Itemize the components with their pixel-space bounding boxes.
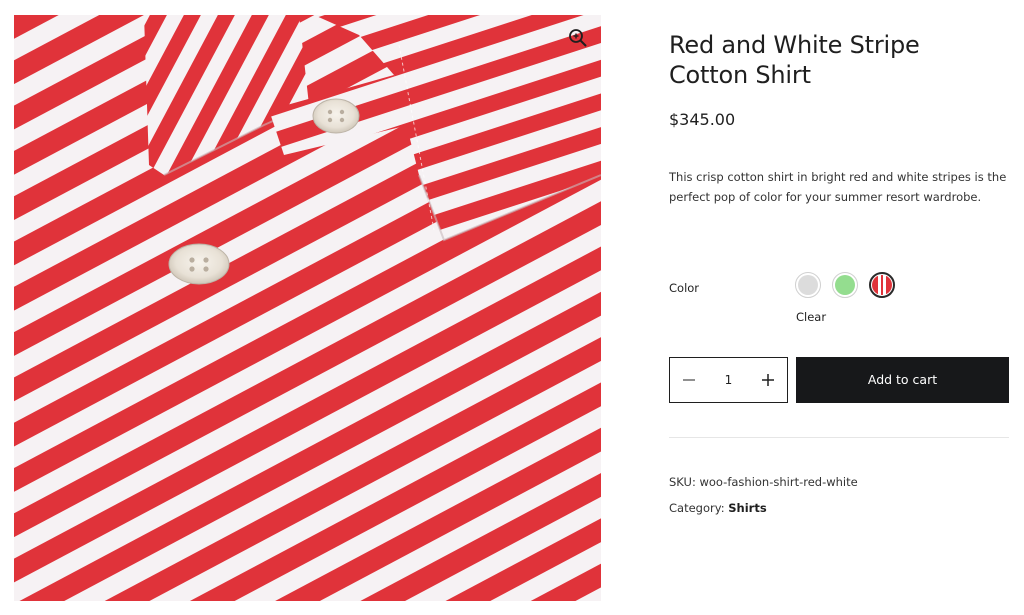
plus-icon	[762, 374, 774, 386]
swatch-gray[interactable]	[795, 272, 821, 298]
product-title-line2: Cotton Shirt	[669, 61, 811, 89]
product-title-line1: Red and White Stripe	[669, 31, 920, 59]
add-to-cart-form: 1 Add to cart	[669, 357, 1009, 403]
product-image[interactable]	[14, 15, 601, 601]
divider	[669, 437, 1009, 438]
sku-label: SKU:	[669, 475, 696, 489]
quantity-decrease-button[interactable]	[670, 358, 708, 402]
product-page: Red and White Stripe Cotton Shirt $345.0…	[0, 0, 1024, 615]
product-title: Red and White Stripe Cotton Shirt	[669, 30, 1009, 90]
product-price: $345.00	[669, 110, 736, 129]
category-label: Category:	[669, 501, 725, 515]
zoom-button[interactable]	[567, 27, 589, 49]
description-line1: This crisp cotton shirt in bright red an…	[669, 170, 1007, 184]
magnify-zoom-icon	[569, 29, 587, 47]
minus-icon	[683, 379, 695, 381]
color-swatches	[795, 272, 895, 298]
product-meta: SKU: woo-fashion-shirt-red-white Categor…	[669, 473, 1009, 525]
color-variation: Color Clear	[669, 270, 1009, 330]
add-to-cart-button[interactable]: Add to cart	[796, 357, 1009, 403]
color-label: Color	[669, 281, 700, 295]
description-line2: perfect pop of color for your summer res…	[669, 189, 982, 204]
product-description: This crisp cotton shirt in bright red an…	[669, 168, 1009, 207]
swatch-gray-dot	[798, 275, 818, 295]
category-row: Category: Shirts	[669, 499, 1009, 525]
swatch-green[interactable]	[832, 272, 858, 298]
quantity-increase-button[interactable]	[749, 358, 787, 402]
quantity-stepper: 1	[669, 357, 788, 403]
swatch-green-dot	[835, 275, 855, 295]
sku-value: woo-fashion-shirt-red-white	[699, 475, 858, 489]
shirt-photo	[14, 15, 601, 601]
quantity-input[interactable]: 1	[708, 358, 749, 402]
swatch-stripe-dot	[872, 275, 892, 295]
sku-row: SKU: woo-fashion-shirt-red-white	[669, 473, 1009, 499]
category-link[interactable]: Shirts	[728, 501, 766, 515]
swatch-red-white-stripe[interactable]	[869, 272, 895, 298]
product-summary: Red and White Stripe Cotton Shirt $345.0…	[669, 30, 1009, 207]
clear-selection-link[interactable]: Clear	[796, 310, 826, 324]
